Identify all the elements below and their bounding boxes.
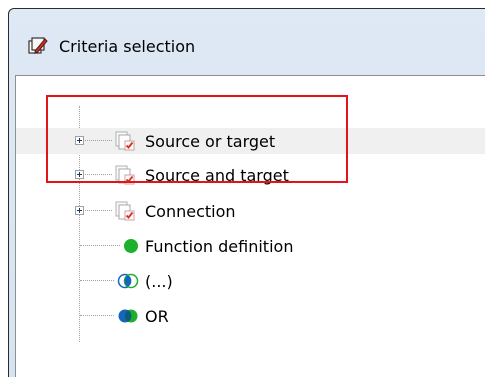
tree-connector	[85, 210, 112, 211]
tree-item-connection[interactable]: Connection	[16, 198, 485, 224]
tree-item-label: Function definition	[145, 237, 294, 256]
tree-item-label: Connection	[145, 202, 236, 221]
tree-item-label: OR	[145, 307, 169, 326]
tree-item-function-definition[interactable]: Function definition	[16, 233, 485, 259]
tree-item-parentheses[interactable]: (...)	[16, 268, 485, 294]
half-circles-icon	[116, 273, 140, 289]
tree-item-or[interactable]: OR	[16, 303, 485, 329]
tree-connector	[80, 315, 114, 316]
window-title: Criteria selection	[59, 37, 196, 56]
tree-connector	[80, 280, 114, 281]
document-check-icon	[114, 200, 136, 222]
tree-connector	[80, 245, 120, 246]
blue-green-circles-icon	[116, 308, 140, 324]
title-bar: Criteria selection	[9, 9, 485, 73]
tree-item-label: (...)	[145, 272, 173, 291]
criteria-pen-icon	[27, 35, 49, 57]
criteria-selection-window: Criteria selection Source or target Sour…	[8, 8, 485, 377]
expand-icon[interactable]	[75, 206, 84, 215]
annotation-highlight-box	[46, 95, 348, 183]
green-dot-icon	[124, 239, 138, 253]
